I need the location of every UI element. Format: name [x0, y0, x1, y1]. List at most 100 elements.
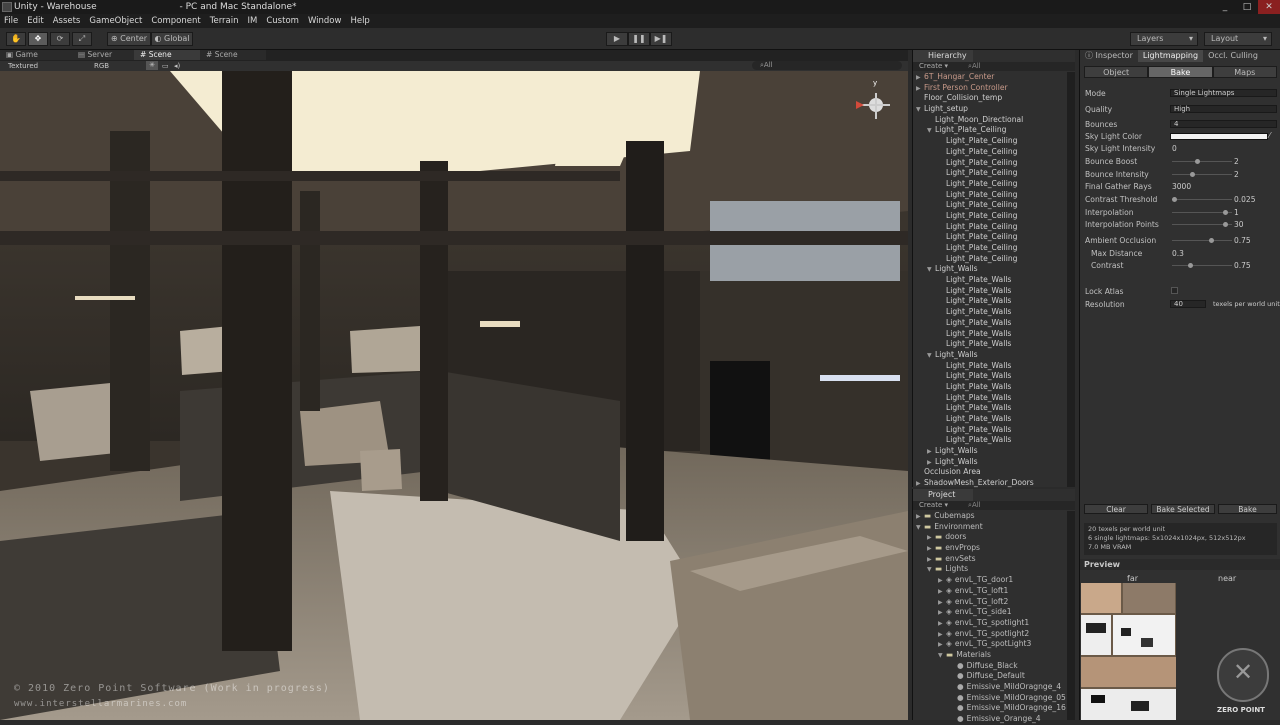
- bounce-intensity-slider[interactable]: [1172, 174, 1232, 175]
- bounce-intensity-field[interactable]: 2: [1234, 170, 1239, 179]
- menu-help[interactable]: Help: [350, 16, 369, 26]
- expand-arrow-icon[interactable]: ▼: [927, 265, 935, 276]
- hierarchy-create-button[interactable]: Create: [919, 62, 942, 70]
- tab-occlusion-culling[interactable]: Occl. Culling: [1203, 50, 1263, 62]
- pause-icon[interactable]: ❚❚: [628, 32, 650, 46]
- menu-im[interactable]: IM: [248, 16, 258, 26]
- minimize-button[interactable]: _: [1214, 0, 1236, 14]
- project-item[interactable]: ▶ ◈ envL_TG_door1: [913, 575, 1075, 586]
- bounce-boost-knob[interactable]: [1195, 159, 1200, 164]
- hierarchy-item[interactable]: ▶ First Person Controller: [913, 83, 1075, 94]
- expand-arrow-icon[interactable]: ▼: [916, 523, 924, 534]
- hierarchy-item[interactable]: Light_Plate_Walls: [913, 318, 1075, 329]
- maximize-button[interactable]: □: [1236, 0, 1258, 14]
- tab-hierarchy[interactable]: Hierarchy: [913, 50, 973, 62]
- project-item[interactable]: ▶ ◈ envL_TG_spotLight3: [913, 639, 1075, 650]
- expand-arrow-icon[interactable]: ▼: [927, 351, 935, 362]
- hierarchy-item[interactable]: Light_Plate_Walls: [913, 414, 1075, 425]
- quality-dropdown[interactable]: High: [1170, 105, 1277, 113]
- sky-light-color-swatch[interactable]: [1170, 133, 1268, 140]
- expand-arrow-icon[interactable]: ▼: [927, 565, 935, 576]
- hierarchy-item[interactable]: Light_Plate_Ceiling: [913, 168, 1075, 179]
- tab-scene[interactable]: # Scene: [134, 50, 200, 60]
- ambient-occlusion-slider[interactable]: [1172, 240, 1232, 241]
- project-item[interactable]: ● Emissive_Orange_4: [913, 714, 1075, 725]
- menu-assets[interactable]: Assets: [53, 16, 81, 26]
- hierarchy-item[interactable]: Light_Plate_Ceiling: [913, 147, 1075, 158]
- contrast-threshold-slider[interactable]: [1172, 199, 1232, 200]
- project-scrollbar[interactable]: [1067, 511, 1075, 720]
- interpolation-knob[interactable]: [1223, 210, 1228, 215]
- collapse-arrow-icon[interactable]: ▶: [938, 619, 946, 630]
- contrast-field[interactable]: 0.75: [1234, 261, 1251, 270]
- bounces-dropdown[interactable]: 4: [1170, 120, 1277, 128]
- mode-dropdown[interactable]: Single Lightmaps: [1170, 89, 1277, 97]
- layers-dropdown[interactable]: Layers ▾: [1130, 32, 1198, 46]
- bounce-boost-field[interactable]: 2: [1234, 157, 1239, 166]
- hierarchy-item[interactable]: Light_Plate_Walls: [913, 339, 1075, 350]
- pivot-center-button[interactable]: ⊕ Center: [107, 32, 151, 46]
- hierarchy-item[interactable]: Light_Plate_Walls: [913, 361, 1075, 372]
- expand-arrow-icon[interactable]: ▼: [927, 126, 935, 137]
- interpolation-field[interactable]: 1: [1234, 208, 1239, 217]
- hierarchy-item[interactable]: ▼ Light_Walls: [913, 350, 1075, 361]
- hierarchy-item[interactable]: Light_Plate_Ceiling: [913, 254, 1075, 265]
- move-tool-icon[interactable]: ✥: [28, 32, 48, 46]
- project-item[interactable]: ▶ ▬ Cubemaps: [913, 511, 1075, 522]
- hierarchy-item[interactable]: Light_Plate_Walls: [913, 307, 1075, 318]
- layout-dropdown[interactable]: Layout ▾: [1204, 32, 1272, 46]
- hand-tool-icon[interactable]: ✋: [6, 32, 26, 46]
- project-item[interactable]: ▶ ◈ envL_TG_spotlight2: [913, 629, 1075, 640]
- interpolation-points-field[interactable]: 30: [1234, 220, 1244, 229]
- hierarchy-item[interactable]: ▼ Light_Plate_Ceiling: [913, 125, 1075, 136]
- hierarchy-item[interactable]: ▶ ShadowMesh_Exterior_Doors: [913, 478, 1075, 489]
- hierarchy-item[interactable]: Occlusion Area: [913, 467, 1075, 478]
- menu-custom[interactable]: Custom: [266, 16, 299, 26]
- hierarchy-item[interactable]: Light_Plate_Walls: [913, 403, 1075, 414]
- project-item[interactable]: ▶ ▬ envSets: [913, 554, 1075, 565]
- collapse-arrow-icon[interactable]: ▶: [938, 587, 946, 598]
- project-item[interactable]: ▶ ◈ envL_TG_spotlight1: [913, 618, 1075, 629]
- scene-viewport[interactable]: y © 2010 Zero Point Software (Work in pr…: [0, 71, 908, 720]
- menu-gameobject[interactable]: GameObject: [89, 16, 142, 26]
- hierarchy-item[interactable]: Light_Plate_Walls: [913, 371, 1075, 382]
- pivot-global-button[interactable]: ◐ Global: [151, 32, 193, 46]
- eyedropper-icon[interactable]: ⁄: [1269, 131, 1270, 140]
- hierarchy-item[interactable]: Light_Plate_Ceiling: [913, 243, 1075, 254]
- menu-window[interactable]: Window: [308, 16, 342, 26]
- project-item[interactable]: ▶ ◈ envL_TG_side1: [913, 607, 1075, 618]
- rotate-tool-icon[interactable]: ⟳: [50, 32, 70, 46]
- segment-bake[interactable]: Bake: [1148, 66, 1213, 78]
- project-search-input[interactable]: ⌕All: [968, 501, 981, 509]
- project-item[interactable]: ▶ ▬ envProps: [913, 543, 1075, 554]
- lighting-toggle-icon[interactable]: ✳: [146, 61, 158, 70]
- project-item[interactable]: ▶ ◈ envL_TG_loft1: [913, 586, 1075, 597]
- project-item[interactable]: ▼ ▬ Environment: [913, 522, 1075, 533]
- close-button[interactable]: ✕: [1258, 0, 1280, 14]
- bounce-boost-slider[interactable]: [1172, 161, 1232, 162]
- hierarchy-item[interactable]: ▶ 6T_Hangar_Center: [913, 72, 1075, 83]
- tab-project[interactable]: Project: [913, 489, 973, 501]
- hierarchy-item[interactable]: Light_Plate_Ceiling: [913, 179, 1075, 190]
- hierarchy-item[interactable]: Light_Plate_Ceiling: [913, 211, 1075, 222]
- final-gather-rays-field[interactable]: 3000: [1172, 182, 1191, 191]
- menu-edit[interactable]: Edit: [27, 16, 43, 26]
- hierarchy-search-input[interactable]: ⌕All: [968, 62, 981, 70]
- hierarchy-item[interactable]: Light_Plate_Ceiling: [913, 136, 1075, 147]
- segment-maps[interactable]: Maps: [1212, 66, 1277, 78]
- hierarchy-item[interactable]: Light_Plate_Ceiling: [913, 232, 1075, 243]
- ambient-occlusion-knob[interactable]: [1209, 238, 1214, 243]
- hierarchy-item[interactable]: Light_Plate_Walls: [913, 329, 1075, 340]
- play-icon[interactable]: ▶: [606, 32, 628, 46]
- resolution-field[interactable]: 40: [1170, 300, 1206, 308]
- tab-scene-2[interactable]: # Scene: [200, 50, 266, 60]
- hierarchy-item[interactable]: Light_Plate_Walls: [913, 382, 1075, 393]
- hierarchy-item[interactable]: ▼ Light_setup: [913, 104, 1075, 115]
- hierarchy-scrollbar[interactable]: [1067, 72, 1075, 487]
- project-item[interactable]: ● Emissive_MildOragnge_16: [913, 703, 1075, 714]
- tab-inspector[interactable]: ⓘ Inspector: [1080, 50, 1138, 62]
- hierarchy-item[interactable]: Floor_Collision_temp: [913, 93, 1075, 104]
- contrast-knob[interactable]: [1188, 263, 1193, 268]
- tab-server[interactable]: ▤ Server: [72, 50, 134, 60]
- ambient-occlusion-field[interactable]: 0.75: [1234, 236, 1251, 245]
